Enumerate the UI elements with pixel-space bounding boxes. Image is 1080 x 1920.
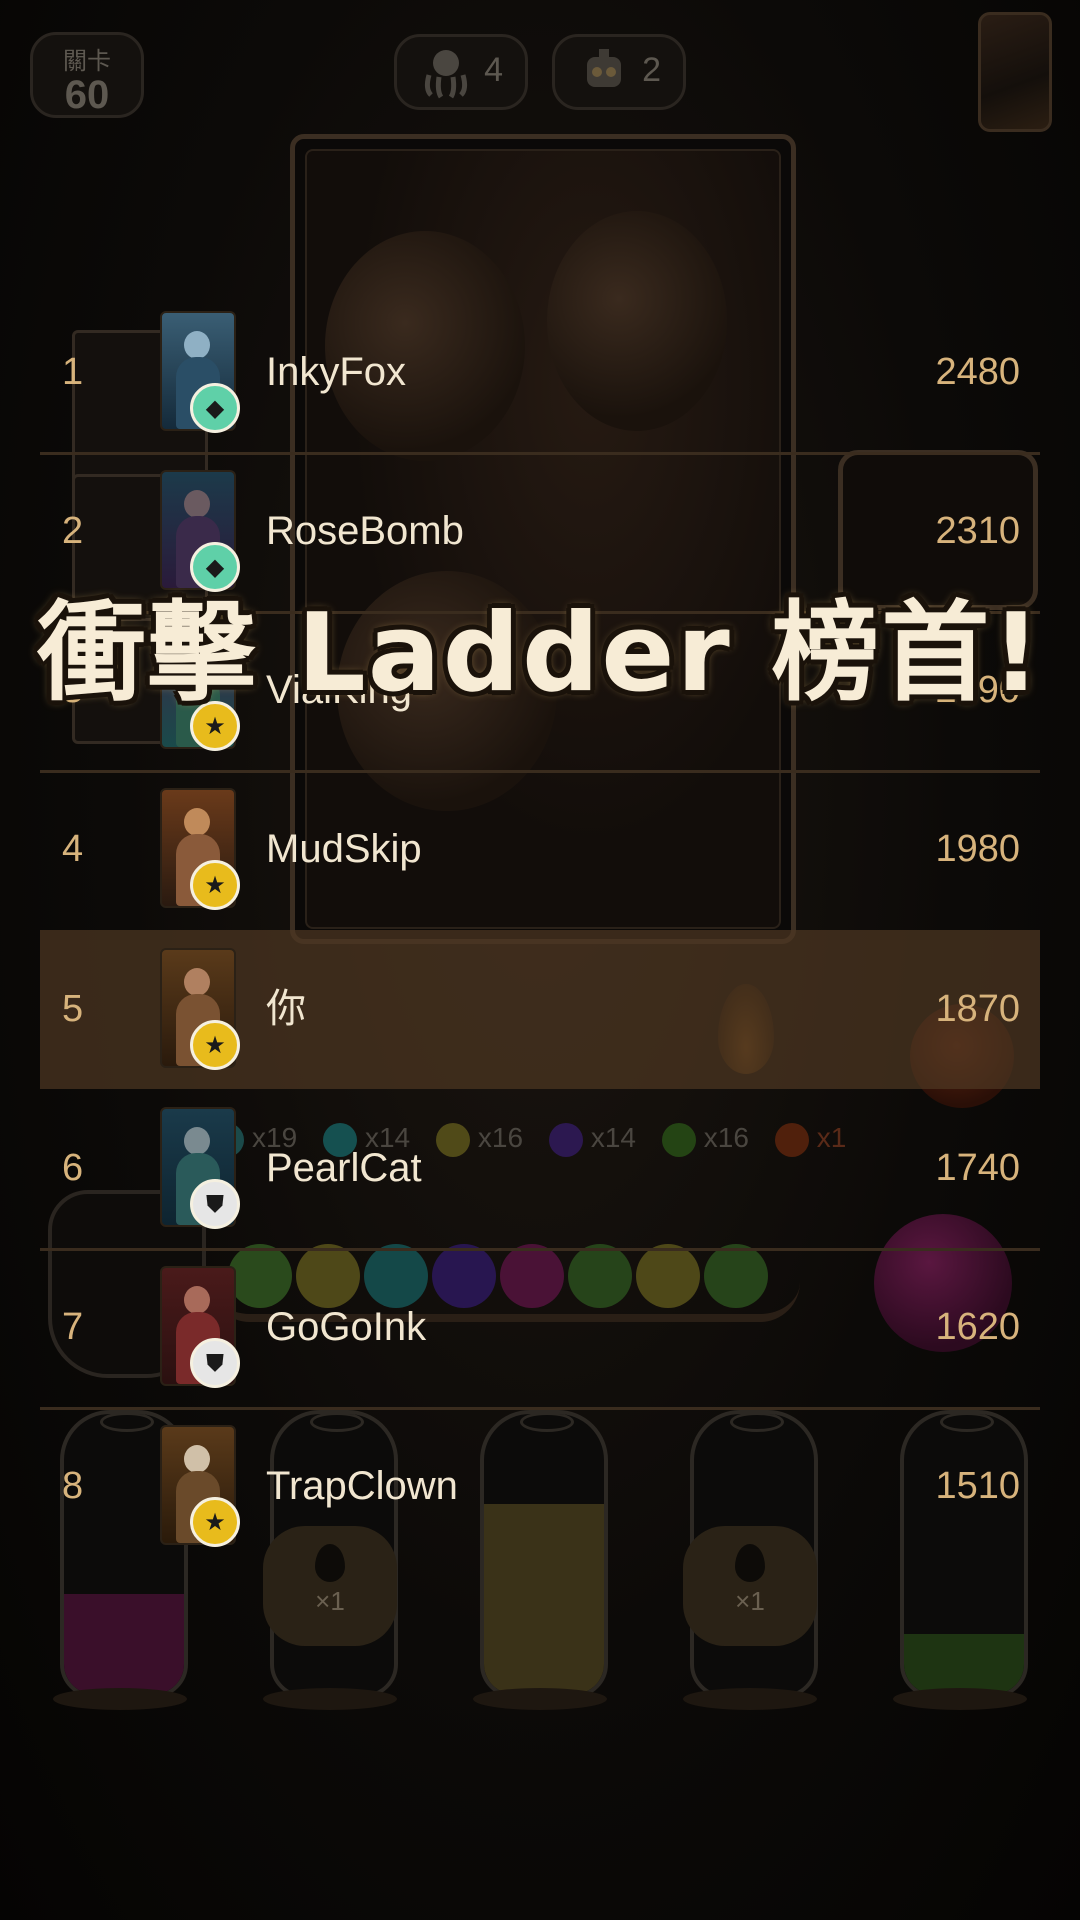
rank-number: 8 [62,1465,84,1507]
leaderboard-row: 6 ⛊ PearlCat 1740 [40,1089,1040,1248]
player-name: GoGoInk [266,1305,427,1349]
star-icon: ★ [190,1497,240,1547]
star-icon: ★ [190,860,240,910]
rank-number: 1 [62,351,84,393]
player-score: 1620 [935,1306,1020,1348]
player-score: 2480 [935,351,1020,393]
player-name: TrapClown [266,1464,458,1508]
player-score: 1980 [935,828,1020,870]
rank-number: 7 [62,1306,84,1348]
leaderboard-row: 4 ★ MudSkip 1980 [40,770,1040,929]
player-name: InkyFox [266,350,407,394]
leaderboard-row: 8 ★ TrapClown 1510 [40,1407,1040,1566]
player-score: 1870 [935,988,1020,1030]
player-score: 1510 [935,1465,1020,1507]
headline-banner: 衝擊 Ladder 榜首! [37,591,1043,716]
leaderboard-row: 7 ⛊ GoGoInk 1620 [40,1248,1040,1407]
rank-number: 4 [62,828,84,870]
rank-number: 6 [62,1147,84,1189]
star-icon: ★ [190,1020,240,1070]
diamond-icon: ◆ [190,383,240,433]
leaderboard-overlay: 1 ◆ InkyFox 2480 2 ◆ RoseBomb 2310 3 ★ V… [0,0,1080,1920]
player-name: PearlCat [266,1146,422,1190]
shield-icon: ⛊ [190,1338,240,1388]
player-name: 你 [266,987,306,1031]
rank-number: 5 [62,988,84,1030]
leaderboard-row: 1 ◆ InkyFox 2480 [40,293,1040,452]
player-name: MudSkip [266,827,422,871]
player-score: 1740 [935,1147,1020,1189]
leaderboard-row-you: 5 ★ 你 1870 [40,930,1040,1089]
shield-icon: ⛊ [190,1179,240,1229]
